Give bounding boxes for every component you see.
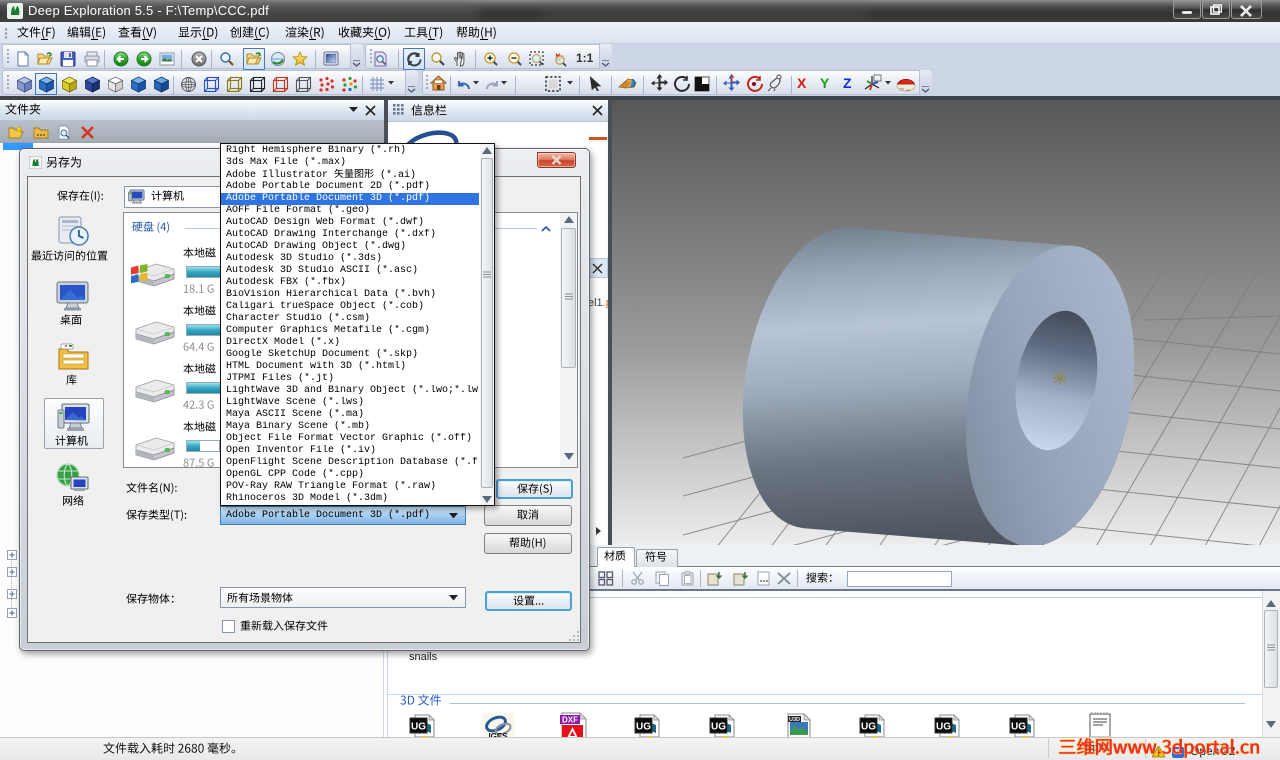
svg-text:DXF: DXF bbox=[562, 716, 578, 725]
svg-text:U3D: U3D bbox=[789, 717, 800, 723]
svg-text:UG: UG bbox=[936, 722, 951, 733]
svg-text:UG: UG bbox=[1011, 722, 1026, 733]
svg-text:UG: UG bbox=[636, 722, 651, 733]
svg-text:UG: UG bbox=[861, 722, 876, 733]
svg-text:UG: UG bbox=[711, 722, 726, 733]
svg-text:UG: UG bbox=[411, 722, 426, 733]
